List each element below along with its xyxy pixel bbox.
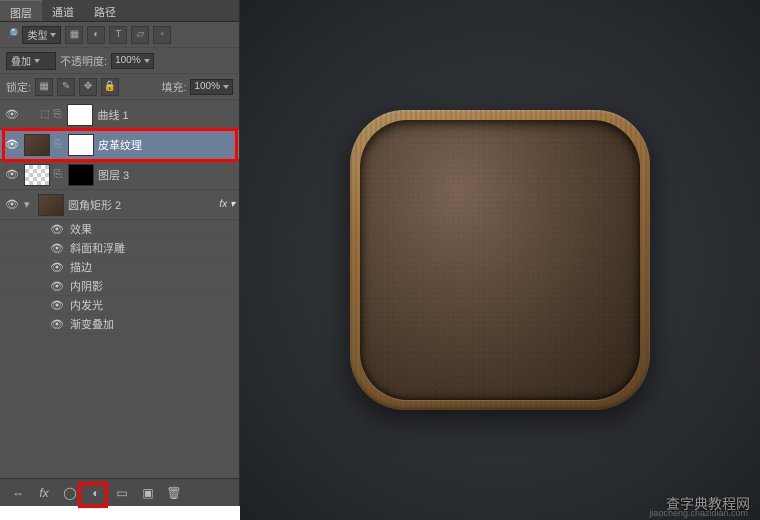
effect-inner-shadow[interactable]: 👁 内阴影 bbox=[0, 277, 239, 296]
opacity-input[interactable]: 100% bbox=[111, 53, 154, 69]
adjustment-layer-icon[interactable]: ◐ bbox=[86, 483, 106, 503]
effects-header[interactable]: 👁 效果 bbox=[0, 220, 239, 239]
layers-list: 👁 ⬚ ⎘ 曲线 1 👁 ⎘ 皮革纹理 👁 ⎘ 图层 3 bbox=[0, 100, 239, 478]
layer-3[interactable]: 👁 ⎘ 图层 3 bbox=[0, 160, 239, 190]
effects-label: 效果 bbox=[70, 221, 92, 237]
layer-mask-thumb[interactable] bbox=[67, 104, 93, 126]
lock-trans-icon[interactable]: ▦ bbox=[35, 78, 53, 96]
fill-value: 100% bbox=[194, 81, 220, 92]
visibility-icon[interactable]: 👁 bbox=[50, 280, 64, 293]
chevron-down-icon bbox=[50, 33, 56, 37]
filter-text-icon[interactable]: T bbox=[109, 26, 127, 44]
lock-row: 锁定: ▦ ✎ ✥ 🔒 填充: 100% bbox=[0, 74, 239, 100]
effect-inner-glow[interactable]: 👁 内发光 bbox=[0, 296, 239, 315]
layer-thumb[interactable] bbox=[24, 134, 50, 156]
visibility-icon[interactable]: 👁 bbox=[4, 138, 20, 151]
visibility-icon[interactable]: 👁 bbox=[4, 198, 20, 211]
visibility-icon[interactable]: 👁 bbox=[50, 318, 64, 331]
fx-badge[interactable]: fx ▾ bbox=[219, 199, 235, 210]
group-icon[interactable]: ▭ bbox=[112, 483, 132, 503]
tab-channels[interactable]: 通道 bbox=[42, 0, 84, 21]
effect-bevel[interactable]: 👁 斜面和浮雕 bbox=[0, 239, 239, 258]
visibility-icon[interactable]: 👁 bbox=[50, 223, 64, 236]
effect-name: 斜面和浮雕 bbox=[70, 240, 125, 256]
filter-label: 类型 bbox=[27, 27, 47, 42]
lock-brush-icon[interactable]: ✎ bbox=[57, 78, 75, 96]
tab-paths[interactable]: 路径 bbox=[84, 0, 126, 21]
filter-type-select[interactable]: 类型 bbox=[22, 26, 61, 44]
panel-tabs: 图层 通道 路径 bbox=[0, 0, 239, 22]
layer-thumb[interactable] bbox=[38, 194, 64, 216]
tab-layers[interactable]: 图层 bbox=[0, 0, 42, 21]
layer-round-rect[interactable]: 👁 ▾ 圆角矩形 2 fx ▾ bbox=[0, 190, 239, 220]
layer-name: 图层 3 bbox=[98, 167, 235, 183]
trash-icon[interactable]: 🗑 bbox=[164, 483, 184, 503]
layer-name: 曲线 1 bbox=[97, 107, 235, 123]
mask-icon[interactable]: ◯ bbox=[60, 483, 80, 503]
icon-leather-surface bbox=[360, 120, 640, 400]
chevron-down-icon bbox=[144, 59, 150, 63]
effect-name: 内阴影 bbox=[70, 278, 103, 294]
fx-icon[interactable]: fx bbox=[34, 483, 54, 503]
visibility-icon[interactable]: 👁 bbox=[4, 168, 20, 181]
chevron-down-icon bbox=[223, 85, 229, 89]
layer-name: 皮革纹理 bbox=[98, 137, 235, 153]
chevron-down-icon bbox=[34, 59, 40, 63]
search-icon: 🔎 bbox=[6, 29, 18, 40]
layers-panel: 图层 通道 路径 🔎 类型 ▦ ◐ T ▱ ▫ 叠加 不透明度: 100% bbox=[0, 0, 240, 506]
layer-name: 圆角矩形 2 bbox=[68, 197, 215, 213]
expand-icon[interactable]: ▾ bbox=[24, 198, 34, 211]
filter-smart-icon[interactable]: ▫ bbox=[153, 26, 171, 44]
layer-thumb[interactable] bbox=[24, 164, 50, 186]
link-icon: ⎘ bbox=[54, 139, 64, 150]
link-icon: ⎘ bbox=[53, 109, 63, 120]
watermark-url: jiaocheng.chazidian.com bbox=[649, 508, 748, 518]
effect-stroke[interactable]: 👁 描边 bbox=[0, 258, 239, 277]
visibility-icon[interactable]: 👁 bbox=[50, 261, 64, 274]
layer-leather[interactable]: 👁 ⎘ 皮革纹理 bbox=[0, 130, 239, 160]
panel-bottom-bar: ⇔ fx ◯ ◐ ▭ ▣ 🗑 bbox=[0, 478, 239, 506]
lock-label: 锁定: bbox=[6, 79, 31, 95]
visibility-icon[interactable]: 👁 bbox=[4, 108, 20, 121]
fill-input[interactable]: 100% bbox=[190, 79, 233, 95]
effect-name: 渐变叠加 bbox=[70, 316, 114, 332]
layer-mask-thumb[interactable] bbox=[68, 164, 94, 186]
visibility-icon[interactable]: 👁 bbox=[50, 299, 64, 312]
link-icon: ⎘ bbox=[54, 169, 64, 180]
lock-all-icon[interactable]: 🔒 bbox=[101, 78, 119, 96]
lock-move-icon[interactable]: ✥ bbox=[79, 78, 97, 96]
link-layers-icon[interactable]: ⇔ bbox=[8, 483, 28, 503]
layer-curves[interactable]: 👁 ⬚ ⎘ 曲线 1 bbox=[0, 100, 239, 130]
opacity-label: 不透明度: bbox=[60, 53, 107, 69]
filter-row: 🔎 类型 ▦ ◐ T ▱ ▫ bbox=[0, 22, 239, 48]
filter-shape-icon[interactable]: ▱ bbox=[131, 26, 149, 44]
effect-gradient[interactable]: 👁 渐变叠加 bbox=[0, 315, 239, 334]
blend-mode-select[interactable]: 叠加 bbox=[6, 52, 56, 70]
filter-adjust-icon[interactable]: ◐ bbox=[87, 26, 105, 44]
new-layer-icon[interactable]: ▣ bbox=[138, 483, 158, 503]
blend-mode-value: 叠加 bbox=[11, 53, 31, 68]
adjustment-icon: ⬚ bbox=[40, 109, 49, 120]
canvas-preview: 查字典教程网 jiaocheng.chazidian.com bbox=[240, 0, 760, 520]
effect-name: 描边 bbox=[70, 259, 92, 275]
icon-wood-frame bbox=[350, 110, 650, 410]
fill-label: 填充: bbox=[161, 79, 186, 95]
filter-pixel-icon[interactable]: ▦ bbox=[65, 26, 83, 44]
blend-row: 叠加 不透明度: 100% bbox=[0, 48, 239, 74]
opacity-value: 100% bbox=[115, 55, 141, 66]
effect-name: 内发光 bbox=[70, 297, 103, 313]
visibility-icon[interactable]: 👁 bbox=[50, 242, 64, 255]
layer-mask-thumb[interactable] bbox=[68, 134, 94, 156]
